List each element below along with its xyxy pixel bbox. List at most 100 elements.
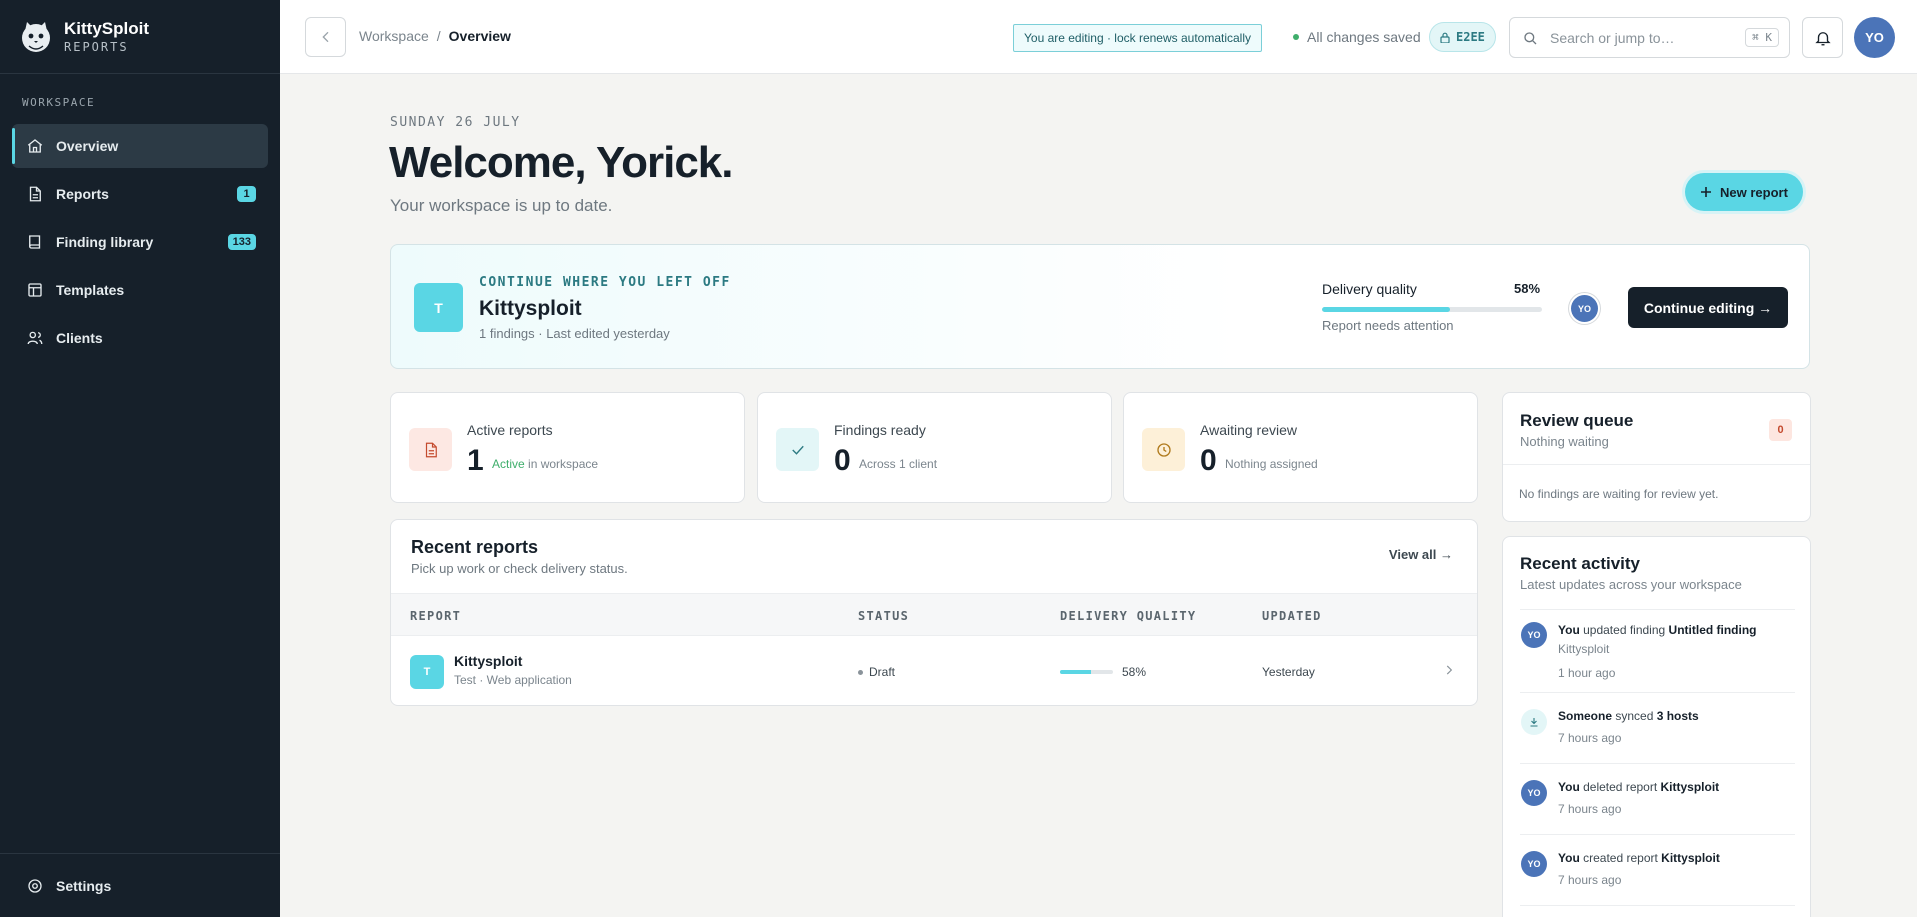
activity-item[interactable]: Someone synced 3 hosts 7 hours ago [1520,693,1795,764]
activity-list: YO You updated finding Untitled finding … [1520,609,1795,906]
quality-fill [1060,670,1091,674]
count-badge: 133 [227,234,256,250]
delivery-quality-note: Report needs attention [1322,318,1454,333]
sidebar-item-finding-library[interactable]: Finding library 133 [12,220,268,264]
stat-caption: Across 1 client [859,457,938,471]
activity-time: 7 hours ago [1558,873,1622,887]
breadcrumb-current: Overview [448,28,511,44]
stat-label: Active reports [467,422,553,438]
breadcrumb-separator: / [436,28,441,44]
stat-caption-text: in workspace [524,457,599,471]
page-title: Welcome, Yorick. [389,138,733,187]
document-icon [409,428,452,471]
stat-caption: Active in workspace [492,457,598,471]
edit-lock-notice: You are editing · lock renews automatica… [1013,24,1263,52]
stat-active-reports[interactable]: Active reports 1 Active in workspace [390,392,745,503]
activity-text: Someone synced 3 hosts [1558,709,1699,723]
sidebar-item-overview[interactable]: Overview [12,124,268,168]
page-subtitle: Your workspace is up to date. [390,196,613,215]
sidebar-item-label: Finding library [56,234,154,250]
stat-accent: Active [492,457,525,471]
continue-card[interactable]: T CONTINUE WHERE YOU LEFT OFF Kittysploi… [390,244,1810,369]
new-report-button[interactable]: New report [1685,173,1803,211]
stat-label: Findings ready [834,422,926,438]
delivery-quality-bar [1322,307,1542,312]
sidebar-item-label: Templates [56,282,125,298]
users-icon [27,331,43,345]
view-all-link[interactable]: View all → [1389,547,1453,562]
plus-icon [1701,187,1711,197]
current-date: SUNDAY 26 JULY [390,115,521,130]
sidebar-item-label: Settings [56,877,112,894]
brand[interactable]: KittySploit REPORTS [0,0,280,74]
continue-report-meta: 1 findings · Last edited yesterday [479,326,670,341]
sidebar-item-settings[interactable]: Settings [12,864,268,908]
recent-reports-panel: Recent reports Pick up work or check del… [390,519,1478,706]
quality-percent: 58% [1122,665,1147,679]
new-report-label: New report [1720,184,1788,200]
user-avatar[interactable]: YO [1854,17,1895,58]
gear-icon [28,878,42,893]
activity-text: You deleted report Kittysploit [1558,780,1720,794]
chevron-left-icon [321,31,328,43]
stat-label: Awaiting review [1200,422,1298,438]
save-status-text: All changes saved [1307,29,1421,45]
home-icon [27,139,43,153]
recent-reports-subtitle: Pick up work or check delivery status. [411,561,628,576]
report-meta: Test · Web application [454,673,572,687]
status-badge: Draft [858,665,895,679]
download-icon [1521,709,1547,735]
stat-awaiting-review[interactable]: Awaiting review 0 Nothing assigned [1123,392,1478,503]
activity-item[interactable]: YO You updated finding Untitled finding … [1520,610,1795,693]
bell-icon [1814,31,1831,45]
book-icon [29,235,41,249]
search-icon [1524,31,1537,44]
sidebar-item-reports[interactable]: Reports 1 [12,172,268,216]
activity-text: You created report Kittysploit [1558,851,1720,865]
avatar: YO [1521,622,1547,648]
stat-value: 0 [834,444,851,477]
stat-value: 1 [467,444,484,477]
back-button[interactable] [305,17,346,57]
clock-icon [1142,428,1185,471]
continue-editing-button[interactable]: Continue editing → [1628,287,1788,328]
stat-caption: Nothing assigned [1225,457,1318,471]
table-row[interactable]: T Kittysploit Test · Web application Dra… [391,636,1477,705]
brand-name: KittySploit [64,19,149,38]
column-header: UPDATED [1262,609,1322,623]
activity-item[interactable]: YO You deleted report Kittysploit 7 hour… [1520,764,1795,835]
review-count-badge: 0 [1769,419,1792,441]
sidebar-item-label: Reports [56,186,109,202]
activity-item[interactable]: YO You created report Kittysploit 7 hour… [1520,835,1795,906]
activity-time: 1 hour ago [1558,666,1616,680]
search-input[interactable]: Search or jump to… ⌘ K [1509,17,1790,58]
chevron-right-icon [1446,665,1453,675]
column-header: STATUS [858,609,910,623]
sidebar-section-label: WORKSPACE [22,96,96,109]
breadcrumb-parent[interactable]: Workspace [359,28,429,44]
avatar: YO [1521,851,1547,877]
notifications-button[interactable] [1802,17,1843,58]
activity-text: You updated finding Untitled finding Kit… [1558,623,1757,656]
quality-bar [1060,670,1113,674]
report-avatar: T [410,655,444,689]
table-header: REPORT STATUS DELIVERY QUALITY UPDATED [391,593,1477,636]
recent-activity-panel: Recent activity Latest updates across yo… [1502,536,1811,917]
review-queue-panel: Review queue Nothing waiting 0 No findin… [1502,392,1811,522]
sidebar-item-clients[interactable]: Clients [12,316,268,360]
delivery-quality-fill [1322,307,1450,312]
e2ee-label: E2EE [1456,30,1485,44]
sidebar-item-templates[interactable]: Templates [12,268,268,312]
delivery-quality-label: Delivery quality [1322,281,1417,297]
sidebar-nav: Overview Reports 1 Finding library 133 T… [0,118,280,360]
stat-findings-ready[interactable]: Findings ready 0 Across 1 client [757,392,1112,503]
e2ee-badge[interactable]: E2EE [1429,22,1496,52]
avatar: YO [1521,780,1547,806]
search-shortcut: ⌘ K [1745,28,1779,47]
status-dot [1293,34,1299,40]
delivery-quality-percent: 58% [1514,281,1541,296]
status-text: Draft [869,665,896,679]
recent-activity-subtitle: Latest updates across your workspace [1520,577,1742,592]
status-dot [858,669,863,675]
review-queue-empty: No findings are waiting for review yet. [1519,487,1719,501]
